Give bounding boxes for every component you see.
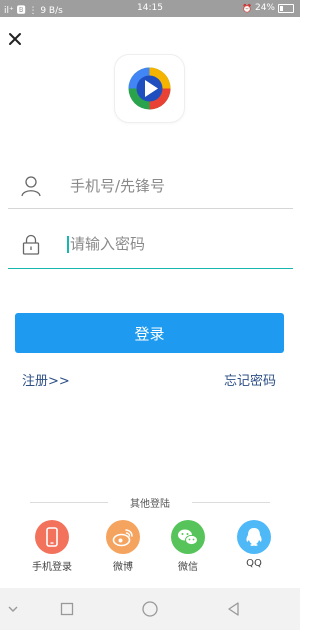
app-logo [115,55,184,122]
alarm-icon: ⏰ [242,3,252,13]
weibo-icon [106,520,140,554]
other-login-heading: 其他登陆 [0,495,300,510]
login-button[interactable]: 登录 [15,313,284,353]
phone-input[interactable] [66,172,280,200]
divider-line [192,502,270,503]
phone-login-option[interactable]: 手机登录 [22,520,82,573]
battery-percent: 24% [254,3,275,13]
phone-field-row [8,164,293,209]
wechat-login-label: 微信 [178,562,198,573]
close-icon[interactable] [6,30,24,48]
qq-icon [237,520,271,554]
password-input[interactable] [66,230,280,258]
recent-apps-icon[interactable] [57,599,77,619]
phone-icon [35,520,69,554]
battery-icon [278,3,294,13]
text-cursor [67,236,69,253]
phone-login-label: 手机登录 [32,562,72,573]
lock-icon [22,234,40,255]
forgot-password-link[interactable]: 忘记密码 [224,370,276,389]
status-bar: il⁺ 🅱 ⋮ 9 B/s 14:15 ⏰ 24% [0,0,300,17]
weibo-login-label: 微博 [113,562,133,573]
qq-login-label: QQ [246,558,262,569]
back-icon[interactable] [224,599,244,619]
home-icon[interactable] [140,599,160,619]
password-field-row [8,222,293,269]
user-icon [21,176,41,197]
weibo-login-option[interactable]: 微博 [93,520,153,573]
wechat-icon [171,520,205,554]
system-navigation-bar [0,588,300,630]
chevron-down-icon[interactable] [3,599,23,619]
qq-login-option[interactable]: QQ [224,520,284,569]
divider-line [30,502,108,503]
other-login-title: 其他登陆 [130,499,170,510]
wechat-login-option[interactable]: 微信 [158,520,218,573]
register-link[interactable]: 注册>> [22,370,70,389]
play-logo-icon [128,67,171,110]
